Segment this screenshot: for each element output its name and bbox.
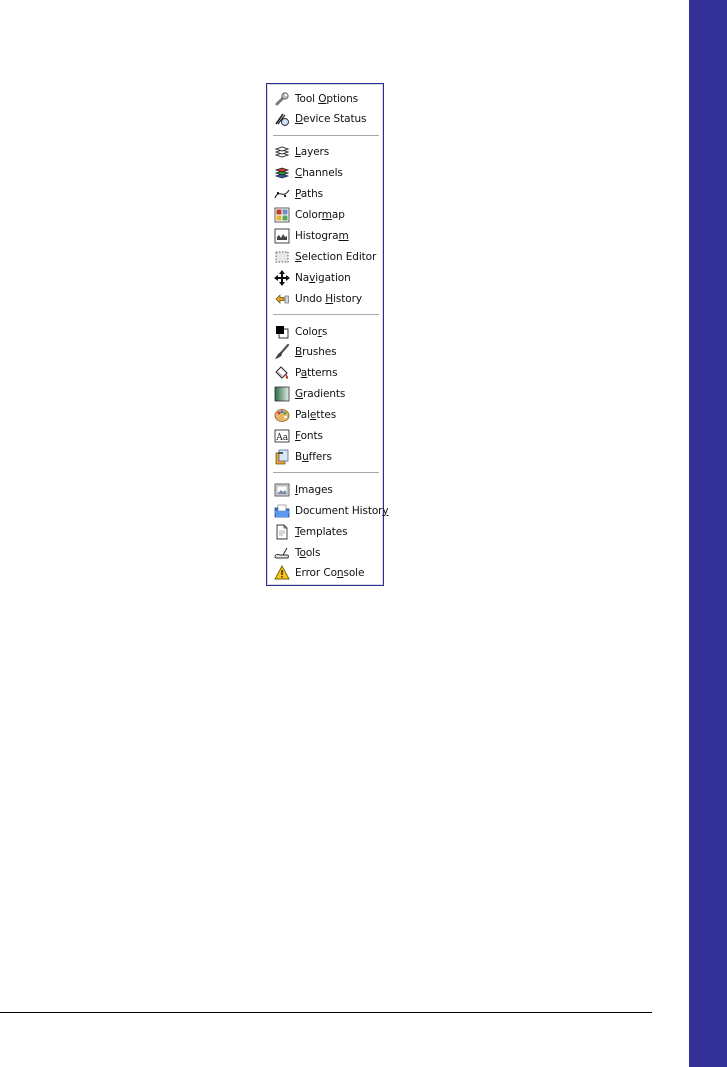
tools-icon [273,544,291,562]
menu-item-error-console[interactable]: Error Console [269,564,381,583]
menu-separator [273,314,379,315]
menu-item-label: Patterns [295,367,338,380]
patterns-icon [273,364,291,382]
menu-item-colormap[interactable]: Colormap [269,206,381,225]
menu-item-brushes[interactable]: Brushes [269,343,381,362]
menu-item-histogram[interactable]: Histogram [269,226,381,245]
menu-item-templates[interactable]: Templates [269,522,381,541]
menu-item-label: Gradients [295,388,346,401]
menu-item-undo-history[interactable]: Undo History [269,289,381,308]
menu-item-paths[interactable]: Paths [269,185,381,204]
undo-history-icon [273,290,291,308]
menu-item-label: Tools [295,546,321,559]
menu-item-label: Channels [295,167,343,180]
menu-item-label: Layers [295,146,330,159]
menu-item-label: Palettes [295,409,337,422]
menu-separator [273,134,379,136]
menu-item-label: Buffers [295,450,332,463]
warning-icon [273,564,291,582]
brushes-icon [273,343,291,361]
menu-item-navigation[interactable]: Navigation [269,268,381,287]
menu-item-document-history[interactable]: Document History [269,501,389,520]
menu-item-label: Tool Options [295,92,359,105]
menu-item-gradients[interactable]: Gradients [269,385,381,404]
page-footer-rule [0,1012,652,1013]
menu-item-palettes[interactable]: Palettes [269,406,381,425]
channels-icon [273,164,291,182]
menu-item-label: Error Console [295,567,365,580]
colormap-icon [273,206,291,224]
menu-item-label: Device Status [295,113,367,126]
menu-item-tool-options[interactable]: Tool Options [269,89,381,108]
menu-item-tools[interactable]: Tools [269,543,381,562]
menu-item-patterns[interactable]: Patterns [269,364,381,383]
palettes-icon [273,406,291,424]
menu-item-label: Fonts [295,430,323,442]
svg-text:Aa: Aa [275,433,288,443]
menu-item-label: Brushes [295,346,337,359]
menu-item-layers[interactable]: Layers [269,143,381,162]
menu-item-fonts[interactable]: Aa Fonts [269,427,381,446]
buffers-icon [273,448,291,466]
histogram-icon [273,227,291,245]
menu-item-label: Colormap [295,209,345,221]
page-side-band [689,0,727,1067]
menu-item-device-status[interactable]: Device Status [269,110,381,129]
selection-editor-icon [273,248,291,266]
fonts-icon: Aa [273,427,291,445]
wrench-icon [273,90,291,108]
menu-separator [273,472,379,474]
menu-item-label: Histogram [295,229,349,242]
menu-item-images[interactable]: Images [269,480,381,499]
menu-item-label: Navigation [295,271,351,284]
menu-item-colors[interactable]: Colors [269,322,381,341]
menu-item-label: Undo History [295,292,362,305]
menu-item-label: Paths [295,188,324,201]
colors-icon [273,323,291,341]
menu-item-selection-editor[interactable]: Selection Editor [269,247,381,266]
templates-icon [273,523,291,541]
menu-item-label: Selection Editor [295,250,377,263]
images-icon [273,481,291,499]
menu-item-label: Colors [295,325,328,338]
gradients-icon [273,385,291,403]
navigation-icon [273,269,291,287]
menu-item-label: Images [295,483,333,496]
dialogs-menu: Tool Options Device Status Layers Channels P… [266,83,389,586]
device-status-icon [273,110,291,128]
menu-item-buffers[interactable]: Buffers [269,447,381,466]
menu-item-channels[interactable]: Channels [269,164,381,183]
menu-item-label: Templates [295,525,348,538]
paths-icon [273,185,291,203]
menu-item-label: Document History [295,504,389,517]
document-history-icon [273,502,291,520]
layers-icon [273,143,291,161]
